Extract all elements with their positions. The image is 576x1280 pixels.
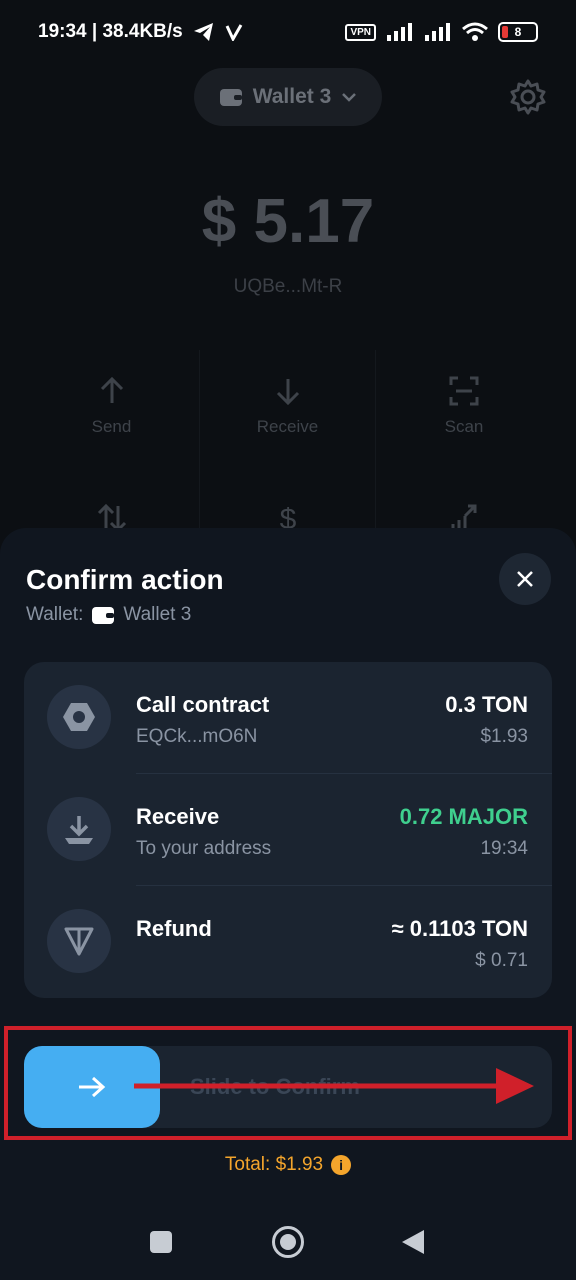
recents-button[interactable]: [150, 1231, 172, 1253]
wallet-name: Wallet 3: [123, 604, 192, 625]
row-time: 19:34: [480, 838, 528, 859]
home-button[interactable]: [272, 1226, 304, 1258]
send-button[interactable]: Send: [24, 350, 200, 462]
row-amount: 0.72 MAJOR: [399, 804, 528, 829]
row-amount: 0.3 TON: [445, 692, 528, 717]
wallet-icon: [92, 607, 115, 624]
total-label: Total: $1.93: [224, 1154, 324, 1175]
actions-card: Call contract EQCk...mO6N 0.3 TON $1.93 …: [24, 662, 552, 998]
wallet-switcher[interactable]: Wallet 3: [194, 68, 382, 126]
balance: $ 5.17: [201, 187, 375, 256]
download-icon: [47, 797, 111, 861]
status-time: 19:34 | 38.4KB/s: [38, 21, 183, 42]
confirm-action-sheet: Confirm action Wallet: Wallet 3 Call con…: [0, 528, 576, 1280]
row-amount: ≈ 0.1103 TON: [391, 916, 528, 941]
total: Total: $1.93 i: [0, 1154, 576, 1176]
row-title: Call contract: [136, 692, 270, 717]
scan-button[interactable]: Scan: [376, 350, 552, 462]
status-bar: 19:34 | 38.4KB/s VPN 8: [0, 0, 576, 64]
scan-icon: [449, 376, 479, 406]
close-button[interactable]: [499, 553, 551, 605]
system-nav-bar: [0, 1216, 576, 1266]
signal-icon: [387, 23, 412, 41]
battery-icon: 8: [498, 22, 538, 42]
receive-button[interactable]: Receive: [200, 350, 376, 462]
send-label: Send: [91, 417, 132, 436]
ton-icon: [47, 909, 111, 973]
row-amount-fiat: $1.93: [480, 726, 528, 747]
signal-icon-2: [425, 23, 450, 41]
arrow-down-icon: [276, 379, 299, 406]
action-row-receive: Receive To your address 0.72 MAJOR 19:34: [24, 774, 552, 886]
receive-label: Receive: [256, 417, 319, 436]
wifi-icon: [462, 22, 488, 41]
row-title: Receive: [136, 804, 220, 829]
action-row-refund: Refund ≈ 0.1103 TON $ 0.71: [24, 886, 552, 998]
chevron-down-icon: [342, 93, 357, 102]
row-title: Refund: [136, 916, 212, 941]
v-app-icon: [225, 24, 243, 41]
wallet-switcher-label: Wallet 3: [252, 85, 332, 108]
status-right: VPN 8: [345, 22, 538, 42]
action-row-call-contract: Call contract EQCk...mO6N 0.3 TON $1.93: [24, 662, 552, 774]
sheet-title: Confirm action: [26, 564, 224, 595]
row-subtitle: EQCk...mO6N: [136, 726, 258, 747]
info-icon[interactable]: i: [331, 1155, 352, 1175]
close-icon: [517, 571, 533, 587]
annotation-arrow-icon: [134, 1068, 534, 1104]
sheet-wallet: Wallet: Wallet 3: [26, 604, 191, 626]
back-button[interactable]: [402, 1230, 424, 1254]
arrow-up-icon: [100, 376, 123, 403]
row-amount-fiat: $ 0.71: [475, 950, 528, 971]
wallet-address[interactable]: UQBe...Mt-R: [0, 276, 576, 298]
wallet-icon: [219, 89, 242, 106]
telegram-icon: [193, 23, 213, 41]
scan-label: Scan: [444, 417, 484, 436]
wallet-prefix: Wallet:: [26, 604, 84, 625]
contract-icon: [47, 685, 111, 749]
vpn-badge: VPN: [345, 23, 376, 41]
wallet-screen: Wallet 3 $ 5.17 UQBe...Mt-R Send Receive…: [0, 64, 576, 574]
status-left: 19:34 | 38.4KB/s: [38, 21, 243, 43]
gear-icon[interactable]: [509, 78, 547, 116]
row-subtitle: To your address: [136, 838, 272, 859]
